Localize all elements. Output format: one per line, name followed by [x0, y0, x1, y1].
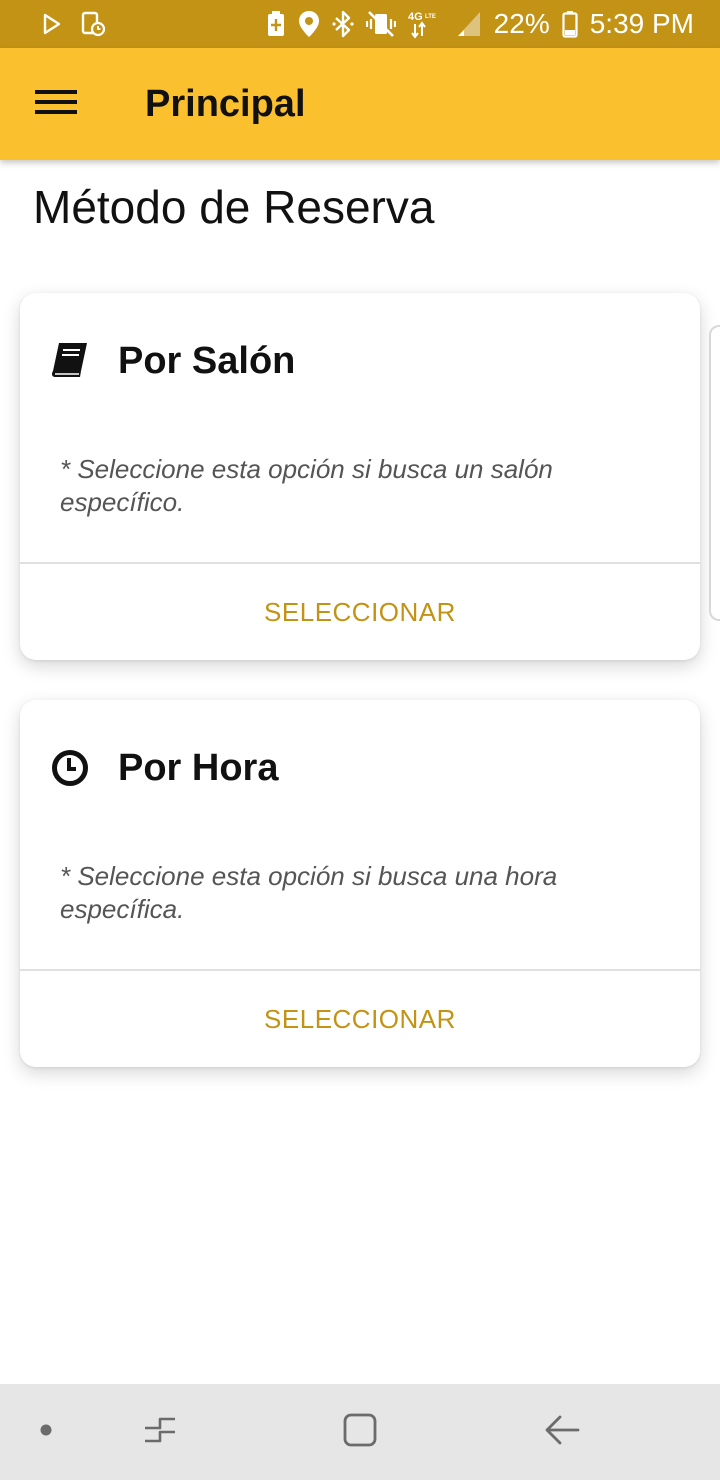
svg-text:LTE: LTE: [425, 14, 436, 20]
dot-icon: [39, 1423, 53, 1442]
edge-panel-handle[interactable]: [709, 325, 720, 621]
bluetooth-icon: [332, 10, 354, 38]
nav-dot-button[interactable]: [10, 1384, 82, 1480]
hamburger-menu-button[interactable]: [0, 48, 112, 160]
card-header: Por Hora: [50, 740, 278, 796]
svg-text:4G: 4G: [408, 11, 423, 23]
status-left-icons: [0, 11, 106, 37]
status-time: 5:39 PM: [589, 8, 694, 39]
page-title: Método de Reserva: [33, 181, 435, 233]
select-time-button[interactable]: SELECCIONAR: [20, 971, 700, 1067]
home-icon: [342, 1412, 378, 1453]
vibrate-icon: [365, 10, 396, 38]
app-bar: Principal: [0, 48, 720, 160]
app-title: Principal: [145, 82, 306, 125]
reservation-method-card-time: Por Hora * Seleccione esta opción si bus…: [20, 700, 700, 1067]
status-bar: 4G LTE 22% 5:39 PM: [0, 0, 720, 48]
select-room-button[interactable]: SELECCIONAR: [20, 564, 700, 660]
card-description: * Seleccione esta opción si busca un sal…: [60, 454, 553, 517]
home-button[interactable]: [320, 1384, 400, 1480]
navigation-bar: [0, 1384, 720, 1480]
location-icon: [298, 10, 320, 38]
book-icon: [50, 341, 90, 381]
back-icon: [544, 1414, 580, 1451]
hamburger-menu-icon: [35, 87, 77, 122]
card-title: Por Salón: [118, 340, 296, 382]
card-header: Por Salón: [50, 333, 295, 389]
status-right-icons: 4G LTE 22% 5:39 PM: [266, 8, 720, 40]
battery-icon: [562, 10, 578, 38]
network-4g-icon: 4G LTE: [408, 9, 444, 39]
battery-saver-icon: [266, 10, 286, 38]
recents-button[interactable]: [120, 1384, 200, 1480]
signal-icon: [456, 10, 482, 38]
card-description: * Seleccione esta opción si busca una ho…: [60, 861, 558, 924]
screen-timer-icon: [80, 11, 106, 37]
battery-percent: 22%: [493, 8, 550, 39]
reservation-method-card-room: Por Salón * Seleccione esta opción si bu…: [20, 293, 700, 660]
back-button[interactable]: [522, 1384, 602, 1480]
play-store-icon: [40, 12, 64, 36]
recents-icon: [142, 1415, 178, 1450]
clock-icon: [50, 748, 90, 788]
card-title: Por Hora: [118, 747, 279, 789]
